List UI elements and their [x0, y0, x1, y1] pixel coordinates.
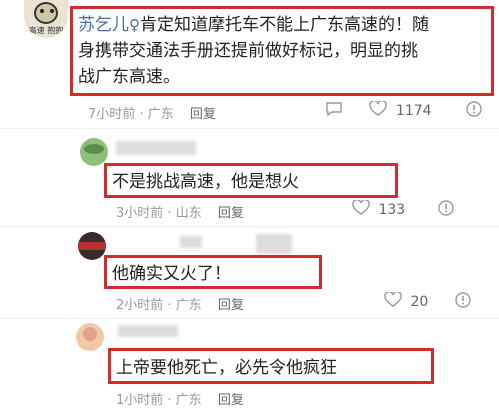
- comment-text: 他确实又火了！: [112, 264, 231, 284]
- location: 广东: [175, 298, 202, 313]
- censored-username: [256, 234, 292, 254]
- avatar[interactable]: [78, 232, 106, 260]
- divider: [0, 226, 499, 227]
- comment-text: 不是挑战高速，他是想火: [112, 172, 299, 192]
- heart-icon[interactable]: [384, 291, 402, 312]
- username[interactable]: 苏乞儿: [78, 15, 129, 35]
- timestamp: 7小时前: [88, 107, 136, 122]
- censored-username: [180, 236, 202, 248]
- comment-text-line3: 战广东高速。: [78, 67, 180, 87]
- dislike-icon[interactable]: [455, 292, 471, 312]
- avatar-face: [34, 2, 58, 24]
- like-count: 20: [410, 294, 429, 310]
- avatar-caption: 高速 抱抱: [28, 26, 64, 35]
- divider: [0, 128, 499, 129]
- comment-4-meta: 1小时前 · 广东 回复: [116, 393, 244, 408]
- reply-button[interactable]: 回复: [218, 298, 244, 313]
- avatar[interactable]: [76, 323, 104, 351]
- comment-2-meta: 3小时前 · 山东 回复: [116, 206, 244, 221]
- reply-button[interactable]: 回复: [190, 107, 216, 122]
- female-icon: ♀: [129, 16, 140, 34]
- message-icon[interactable]: [325, 101, 343, 121]
- timestamp: 2小时前: [116, 298, 164, 313]
- comment-1-meta: 7小时前 · 广东 回复: [88, 107, 216, 122]
- timestamp: 3小时前: [116, 206, 164, 221]
- location: 山东: [175, 206, 202, 221]
- comment-text-line2: 身携带交通法手册还提前做好标记，明显的挑: [78, 41, 418, 61]
- dislike-icon[interactable]: [466, 101, 482, 121]
- avatar[interactable]: 高速 抱抱: [24, 0, 68, 38]
- comment-text: 上帝要他死亡，必先令他疯狂: [116, 358, 337, 378]
- like-count: 133: [378, 202, 406, 218]
- censored-username: [116, 141, 196, 155]
- like-count: 1174: [395, 103, 432, 119]
- comment-text-line1: 肯定知道摩托车不能上广东高速的！随: [140, 15, 429, 35]
- avatar[interactable]: [80, 138, 108, 166]
- dislike-icon[interactable]: [437, 200, 454, 220]
- divider: [0, 318, 499, 319]
- comment-2-actions: 133: [352, 199, 454, 220]
- comment-3-meta: 2小时前 · 广东 回复: [116, 298, 244, 313]
- heart-icon[interactable]: [369, 100, 388, 121]
- comment-3-actions: 20: [384, 291, 471, 312]
- censored-username: [118, 325, 178, 337]
- comment-1-content: 苏乞儿♀肯定知道摩托车不能上广东高速的！随 身携带交通法手册还提前做好标记，明显…: [78, 12, 490, 90]
- comment-1-actions: 1174: [325, 100, 482, 121]
- location: 广东: [147, 107, 174, 122]
- heart-icon[interactable]: [352, 199, 370, 220]
- reply-button[interactable]: 回复: [218, 206, 244, 221]
